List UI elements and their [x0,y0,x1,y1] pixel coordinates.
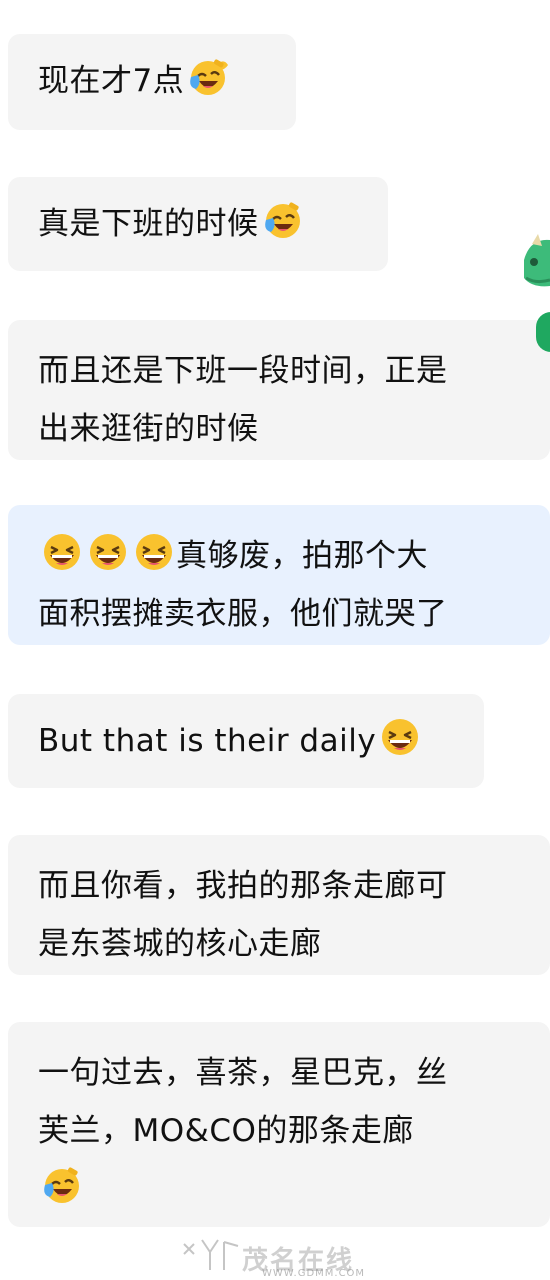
laugh-tears-emoji [186,55,230,99]
message-line [38,1160,522,1218]
grin-emoji [132,530,176,574]
message-line: 而且你看，我拍的那条走廊可 [38,868,448,904]
message-line: 芙兰，MO&CO的那条走廊 [38,1113,414,1149]
message-line: 一句过去，喜茶，星巴克，丝 [38,1055,448,1091]
message-bubble[interactable]: 而且还是下班一段时间，正是 出来逛街的时候 [8,320,550,460]
message-bubble[interactable]: 而且你看，我拍的那条走廊可 是东荟城的核心走廊 [8,835,550,975]
laugh-tears-emoji [40,1163,84,1207]
watermark-logo-icon [183,1239,239,1270]
message-line: 而且还是下班一段时间，正是 [38,353,448,389]
watermark-url: WWW.GDMM.COM [262,1268,366,1279]
message-text: 真是下班的时候 [38,206,259,242]
message-line: 真是下班的时候 [38,195,360,253]
watermark: 茂名在线 WWW.GDMM.COM [180,1232,400,1279]
message-text: But that is their daily [38,723,377,759]
message-line: 出来逛街的时候 [38,411,259,447]
message-text: 现在才7点 [38,63,185,99]
message-bubble[interactable]: 真是下班的时候 [8,177,388,271]
grin-emoji [40,530,84,574]
message-bubble[interactable]: 现在才7点 [8,34,296,130]
chat-area: 现在才7点 真是下班的时候 而且还是下班一段时间，正是 出来逛街的时候 真够废，… [0,0,550,1280]
message-bubble[interactable]: But that is their daily [8,694,484,788]
green-creature-sticker-icon[interactable] [510,222,550,302]
grin-emoji [378,715,422,759]
message-line: 真够废，拍那个大 [38,527,522,585]
message-bubble[interactable]: 一句过去，喜茶，星巴克，丝 芙兰，MO&CO的那条走廊 [8,1022,550,1227]
grin-emoji [86,530,130,574]
message-line: But that is their daily [38,712,456,770]
message-line: 面积摆摊卖衣服，他们就哭了 [38,596,448,632]
message-line: 是东荟城的核心走廊 [38,926,322,962]
message-line: 现在才7点 [38,52,268,110]
message-bubble-highlighted[interactable]: 真够废，拍那个大 面积摆摊卖衣服，他们就哭了 [8,505,550,645]
laugh-tears-emoji [261,198,305,242]
side-green-indicator[interactable] [536,312,550,352]
message-text: 真够废，拍那个大 [176,538,428,574]
